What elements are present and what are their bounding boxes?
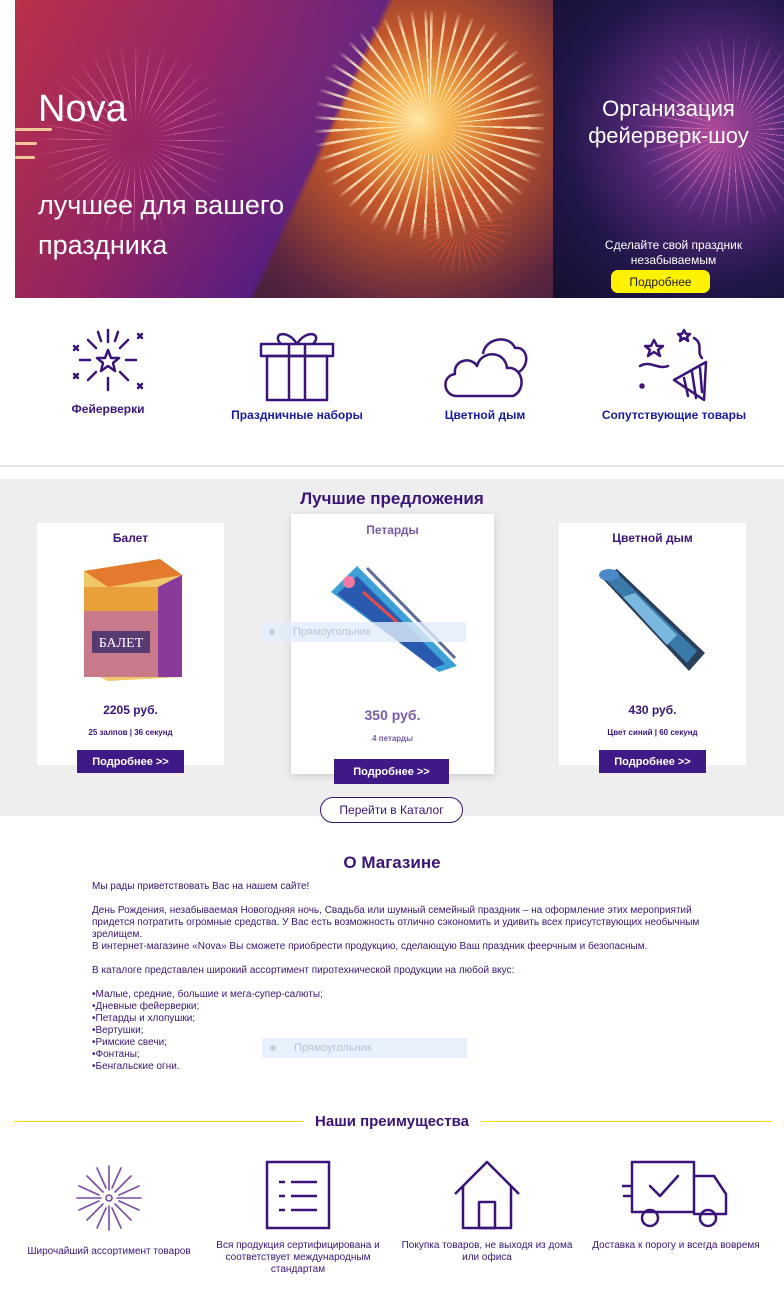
list-item: •Бенгальские огни. (92, 1061, 180, 1072)
product-card[interactable]: Цветной дым 430 руб. Цвет синий | 60 сек… (559, 523, 746, 765)
advantage-label: Вся продукция сертифицирована и соответс… (216, 1240, 380, 1275)
promo-details-button[interactable]: Подробнее (611, 270, 710, 293)
advantage-item: Вся продукция сертифицирована и соответс… (208, 1160, 388, 1276)
party-popper-icon (638, 328, 708, 402)
delivery-truck-icon (622, 1160, 728, 1228)
category-label: Праздничные наборы (231, 408, 363, 422)
advantage-label: Покупка товаров, не выходя из дома или о… (401, 1240, 573, 1263)
section-title: О Магазине (343, 853, 441, 872)
list-item: •Петарды и хлопушки; (92, 1013, 196, 1024)
promo-banner: Организация фейерверк-шоу Сделайте свой … (553, 0, 784, 298)
advantage-item: Доставка к порогу и всегда вовремя (586, 1160, 766, 1252)
category-label: Сопутствующие товары (601, 408, 747, 422)
promo-title: Организация фейерверк-шоу (588, 96, 749, 148)
fireworks-icon (72, 328, 144, 392)
advantage-item: Покупка товаров, не выходя из дома или о… (397, 1160, 577, 1264)
product-desc: Цвет синий | 60 секунд (607, 728, 698, 737)
promo-text: Сделайте свой праздник незабываемым (604, 238, 743, 267)
category-fireworks[interactable]: Фейерверки (33, 326, 183, 416)
section-title: Лучшие предложения (300, 489, 484, 508)
product-name: Петарды (366, 523, 419, 537)
category-accessories[interactable]: Сопутствующие товары (599, 326, 749, 422)
cloud-icon (444, 338, 528, 398)
advantage-label: Широчайший ассортимент товаров (27, 1246, 191, 1257)
product-desc: 25 залпов | 36 секунд (88, 728, 173, 737)
product-desc: 4 петарды (372, 734, 413, 743)
category-bar: Фейерверки Праздничные наборы Цветной ды… (15, 298, 769, 464)
category-label: Фейерверки (71, 402, 145, 416)
product-name: Цветной дым (612, 531, 693, 545)
section-title: Наши преимущества (315, 1113, 469, 1130)
checklist-icon (265, 1160, 331, 1230)
product-image (599, 569, 705, 671)
product-details-button[interactable]: Подробнее >> (77, 750, 184, 773)
advantage-label: Доставка к порогу и всегда вовремя (592, 1240, 760, 1251)
svg-text:БАЛЕТ: БАЛЕТ (99, 636, 144, 651)
about-paragraph: День Рождения, незабываемая Новогодняя н… (92, 905, 700, 940)
firework-burst-image (405, 170, 515, 280)
product-price: 350 руб. (364, 707, 421, 723)
product-price: 430 руб. (628, 703, 677, 717)
editor-overlay-rectangle: Прямоугольник (262, 1038, 467, 1058)
sparkle-icon (76, 1165, 142, 1231)
gift-icon (259, 333, 335, 402)
about-paragraph: В каталоге представлен широкий ассортиме… (92, 965, 515, 976)
product-image: БАЛЕТ (84, 559, 182, 681)
house-icon (454, 1160, 520, 1230)
best-offers-section: Лучшие предложения Балет БАЛЕТ 2205 руб.… (0, 479, 784, 816)
product-card[interactable]: Петарды 350 руб. 4 петарды (291, 514, 494, 774)
product-details-button[interactable]: Подробнее >> (599, 750, 706, 773)
product-image (331, 566, 457, 672)
editor-overlay-rectangle: Прямоугольник (261, 622, 466, 642)
brand-logo: Nova (38, 88, 127, 130)
go-to-catalog-button[interactable]: Перейти в Каталог (320, 797, 463, 823)
advantage-item: Широчайший ассортимент товаров (19, 1160, 199, 1258)
category-label: Цветной дым (444, 408, 526, 422)
product-details-button[interactable]: Подробнее >> (334, 759, 449, 784)
list-item: •Малые, средние, большие и мега-супер-са… (92, 989, 323, 1000)
product-name: Балет (112, 531, 149, 545)
section-divider (0, 465, 784, 467)
product-card[interactable]: Балет БАЛЕТ 2205 руб. 25 залпов | 36 сек… (37, 523, 224, 765)
category-gift-sets[interactable]: Праздничные наборы (222, 326, 372, 422)
about-greeting: Мы рады приветствовать Вас на нашем сайт… (92, 881, 310, 892)
list-item: •Дневные фейерверки; (92, 1001, 200, 1012)
hero-subtitle: лучшее для вашего праздника (38, 190, 285, 260)
hero-banner[interactable]: Nova лучшее для вашего праздника (15, 0, 553, 298)
product-price: 2205 руб. (103, 703, 158, 717)
about-paragraph: В интернет-магазине «Nova» Вы сможете пр… (92, 941, 648, 952)
category-colored-smoke[interactable]: Цветной дым (410, 326, 560, 422)
menu-icon[interactable] (15, 128, 52, 170)
list-item: •Вертушки; (92, 1025, 144, 1036)
